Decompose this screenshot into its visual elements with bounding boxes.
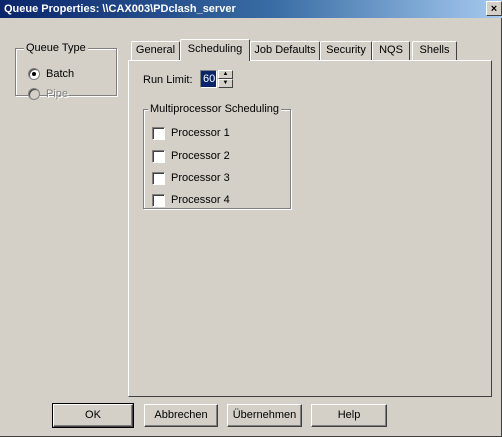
queue-properties-window: Queue Properties: \\CAX003\PDclash_serve… bbox=[0, 0, 502, 437]
queue-type-title: Queue Type bbox=[24, 42, 88, 55]
radio-batch-label: Batch bbox=[46, 68, 75, 80]
processor-2-label: Processor 2 bbox=[171, 150, 230, 162]
tab-nqs-label: NQS bbox=[379, 44, 403, 56]
title-bar[interactable]: Queue Properties: \\CAX003\PDclash_serve… bbox=[0, 0, 502, 18]
help-button[interactable]: Help bbox=[311, 404, 387, 427]
scheduling-panel: Run Limit: 60 ▲ ▼ Multiprocessor Schedul… bbox=[128, 60, 492, 397]
multiprocessor-group: Multiprocessor Scheduling Processor 1 Pr… bbox=[143, 103, 291, 209]
radio-pipe-indicator bbox=[28, 88, 40, 100]
radio-batch[interactable]: Batch bbox=[28, 67, 74, 81]
tab-scheduling-label: Scheduling bbox=[187, 43, 243, 55]
tab-scheduling[interactable]: Scheduling bbox=[180, 39, 250, 61]
processor-1-label: Processor 1 bbox=[171, 127, 230, 139]
processor-1-box[interactable] bbox=[152, 126, 165, 140]
processor-3-box[interactable] bbox=[152, 171, 165, 185]
tab-general[interactable]: General bbox=[131, 41, 180, 60]
multiprocessor-title: Multiprocessor Scheduling bbox=[148, 103, 282, 116]
tab-job-defaults-label: Job Defaults bbox=[254, 44, 316, 56]
processor-4-checkbox[interactable]: Processor 4 bbox=[152, 193, 230, 207]
cancel-button[interactable]: Abbrechen bbox=[144, 404, 218, 427]
radio-pipe-label: Pipe bbox=[46, 88, 69, 100]
tab-job-defaults[interactable]: Job Defaults bbox=[250, 41, 320, 60]
processor-2-checkbox[interactable]: Processor 2 bbox=[152, 149, 230, 163]
processor-3-label: Processor 3 bbox=[171, 172, 230, 184]
queue-type-group: Queue Type Batch Pipe bbox=[15, 42, 117, 100]
tab-nqs[interactable]: NQS bbox=[372, 41, 410, 60]
spin-up-icon[interactable]: ▲ bbox=[218, 70, 233, 79]
processor-1-checkbox[interactable]: Processor 1 bbox=[152, 126, 230, 140]
processor-2-box[interactable] bbox=[152, 149, 165, 163]
tab-security-label: Security bbox=[326, 44, 366, 56]
processor-3-checkbox[interactable]: Processor 3 bbox=[152, 171, 230, 185]
ok-button[interactable]: OK bbox=[52, 403, 134, 428]
spin-down-icon[interactable]: ▼ bbox=[218, 79, 233, 88]
radio-pipe: Pipe bbox=[28, 87, 68, 101]
apply-button[interactable]: Übernehmen bbox=[227, 404, 302, 427]
processor-4-label: Processor 4 bbox=[171, 194, 230, 206]
radio-batch-indicator[interactable] bbox=[28, 68, 40, 80]
close-icon: × bbox=[490, 3, 498, 15]
window-title: Queue Properties: \\CAX003\PDclash_serve… bbox=[4, 3, 236, 15]
close-button[interactable]: × bbox=[486, 1, 502, 16]
run-limit-label: Run Limit: bbox=[143, 74, 193, 86]
processor-4-box[interactable] bbox=[152, 193, 165, 207]
run-limit-spinner[interactable]: ▲ ▼ bbox=[218, 70, 233, 88]
run-limit-input[interactable]: 60 bbox=[200, 70, 217, 88]
tab-shells[interactable]: Shells bbox=[412, 41, 457, 60]
tab-general-label: General bbox=[135, 44, 176, 56]
tab-shells-label: Shells bbox=[419, 44, 450, 56]
tab-security[interactable]: Security bbox=[320, 41, 372, 60]
